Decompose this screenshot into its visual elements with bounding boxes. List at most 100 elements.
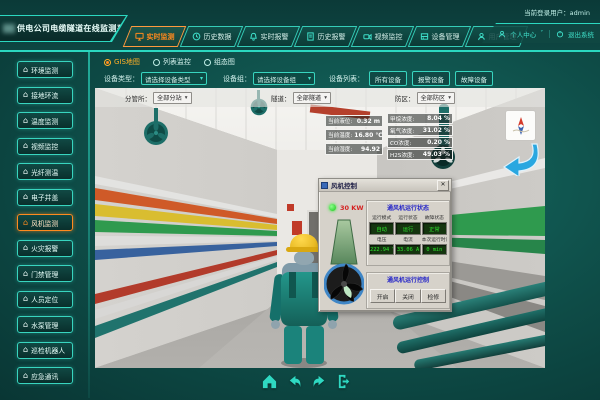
radio-gis-map[interactable]: GIS地图	[104, 57, 140, 67]
document-icon	[306, 32, 315, 41]
device-icon	[420, 32, 429, 41]
fan-control-dialog: 风机控制 ✕ 30 KW 通风机运行状态	[318, 178, 452, 312]
device-group-label: 设备组：	[223, 74, 251, 84]
zone-filter-label: 防区：	[395, 93, 415, 103]
telemetry-liquid-level: 当前液位:0.32 m	[325, 115, 383, 127]
all-devices-button[interactable]: 所有设备	[369, 71, 407, 86]
home-icon: ⌂	[23, 346, 28, 354]
forward-arrow-icon	[311, 373, 328, 390]
fan-illustration	[324, 218, 364, 310]
chevron-down-icon: ▾	[324, 95, 327, 101]
current-display: 33.06 A	[395, 244, 420, 255]
home-icon: ⌂	[23, 295, 28, 303]
back-arrow-icon	[286, 373, 303, 390]
bottom-navigation	[260, 372, 353, 390]
fault-devices-button[interactable]: 故障设备	[455, 71, 493, 86]
telemetry-humidity: 当前湿度:94.92	[325, 143, 383, 155]
telemetry-methane: 甲烷浓度:8.04 %	[387, 113, 453, 124]
fan-status-group: 通风机运行状态 运行模式 运行状态 故障状态 自动 运行 正常 电压 电流 本次…	[366, 200, 450, 266]
home-icon: ⌂	[23, 66, 28, 74]
fault-state-display: 正常	[422, 222, 447, 235]
dialog-title-bar[interactable]: 风机控制 ✕	[319, 179, 451, 192]
home-icon: ⌂	[23, 117, 28, 125]
run-led-indicator	[329, 204, 336, 211]
chevron-down-icon: ˅	[540, 30, 543, 37]
sidebar: ⌂环境监测 ⌂接地环流 ⌂温度监测 ⌂视频监控 ⌂光纤测温 ⌂电子井盖 ⌂风机监…	[0, 50, 90, 400]
sidebar-item-ground-current[interactable]: ⌂接地环流	[17, 87, 73, 104]
tab-history-alarm[interactable]: 历史报警	[298, 26, 353, 47]
fan-stop-button[interactable]: 关闭	[395, 289, 420, 303]
zone-select[interactable]: 全部防区▾	[417, 92, 456, 104]
sidebar-item-fire-alarm[interactable]: ⌂火灾报警	[17, 240, 73, 257]
sidebar-item-manhole[interactable]: ⌂电子井盖	[17, 189, 73, 206]
sidebar-item-video[interactable]: ⌂视频监控	[17, 138, 73, 155]
sidebar-item-temperature[interactable]: ⌂温度监测	[17, 112, 73, 129]
alarm-devices-button[interactable]: 报警设备	[412, 71, 450, 86]
home-icon: ⌂	[23, 91, 28, 99]
home-icon: ⌂	[23, 193, 28, 201]
home-button[interactable]	[260, 372, 278, 390]
page-title: 供电公司电缆隧道在线监测系统	[17, 23, 133, 34]
camera-icon	[363, 32, 372, 41]
sidebar-item-fiber-temp[interactable]: ⌂光纤测温	[17, 163, 73, 180]
device-group-select[interactable]: 请选择设备组▾	[253, 72, 315, 85]
device-type-select[interactable]: 请选择设备类型▾	[141, 72, 207, 85]
runtime-display: 0 min	[422, 244, 447, 255]
chevron-down-icon: ▾	[200, 75, 203, 82]
fan-maintenance-button[interactable]: 检修	[421, 289, 446, 303]
tab-device-manage[interactable]: 设备管理	[412, 26, 467, 47]
app-title-plate: 供电公司电缆隧道在线监测系统	[0, 15, 128, 42]
tab-realtime-alarm[interactable]: 实时报警	[241, 26, 296, 47]
sidebar-item-access-control[interactable]: ⌂门禁管理	[17, 265, 73, 282]
bell-icon	[249, 32, 258, 41]
header-bar: 供电公司电缆隧道在线监测系统 实时监测 历史数据 实时报警	[0, 0, 600, 52]
sidebar-item-pump[interactable]: ⌂水泵管理	[17, 316, 73, 333]
tab-history-data[interactable]: 历史数据	[184, 26, 239, 47]
sidebar-item-environment[interactable]: ⌂环境监测	[17, 61, 73, 78]
device-type-label: 设备类型：	[104, 74, 139, 84]
user-center-menu[interactable]: 个人中心	[510, 29, 536, 39]
tunnel-select[interactable]: 全部隧道▾	[293, 92, 332, 104]
telemetry-h2s: H2S浓度:49.03 %	[387, 149, 453, 160]
home-icon: ⌂	[23, 270, 28, 278]
telemetry-co: CO浓度:0.20 %	[387, 137, 453, 148]
home-icon: ⌂	[23, 219, 28, 227]
tab-video-monitor[interactable]: 视频监控	[355, 26, 410, 47]
red-marker	[287, 204, 294, 211]
device-filter-row: 设备类型： 请选择设备类型▾ 设备组： 请选择设备组▾ 设备列表： 所有设备 报…	[104, 71, 493, 86]
power-icon	[556, 30, 564, 38]
turn-back-arrow-icon[interactable]	[497, 142, 539, 176]
sidebar-item-robot[interactable]: ⌂巡检机器人	[17, 342, 73, 359]
fan-start-button[interactable]: 开启	[370, 289, 395, 303]
voltage-display: 222.94 V	[369, 244, 394, 255]
substation-select[interactable]: 全部分站▾	[153, 92, 192, 104]
chevron-down-icon: ▾	[448, 95, 451, 101]
home-icon: ⌂	[23, 168, 28, 176]
close-icon[interactable]: ✕	[437, 180, 449, 191]
view-mode-radios: GIS地图 列表监控 组态图	[104, 57, 235, 67]
tab-realtime-monitor[interactable]: 实时监测	[127, 26, 182, 47]
exit-button[interactable]	[335, 372, 353, 390]
radio-scada-view[interactable]: 组态图	[204, 57, 235, 67]
main-tabs: 实时监测 历史数据 实时报警 历史报警 视频监控	[127, 26, 524, 47]
run-state-display: 运行	[395, 222, 420, 235]
sidebar-item-personnel[interactable]: ⌂人员定位	[17, 291, 73, 308]
home-icon	[261, 373, 278, 390]
chevron-down-icon: ▾	[308, 75, 311, 82]
fan-control-group: 通风机运行控制 开启 关闭 检修	[366, 272, 450, 309]
forward-button[interactable]	[310, 372, 328, 390]
home-icon: ⌂	[23, 321, 28, 329]
home-icon: ⌂	[23, 244, 28, 252]
sidebar-item-fan[interactable]: ⌂风机监测	[17, 214, 73, 231]
status-group-title: 通风机运行状态	[369, 203, 447, 212]
ceiling-fan	[143, 120, 169, 146]
run-mode-display: 自动	[369, 222, 394, 235]
sidebar-item-emergency-comm[interactable]: ⌂应急通讯	[17, 367, 73, 384]
device-list-label: 设备列表：	[329, 74, 364, 84]
logout-button[interactable]: 退出系统	[568, 29, 594, 39]
radio-list-monitor[interactable]: 列表监控	[153, 57, 191, 67]
dialog-app-icon	[321, 182, 328, 189]
back-button[interactable]	[285, 372, 303, 390]
tunnel-filter-label: 隧道：	[271, 93, 291, 103]
compass-widget[interactable]	[505, 110, 536, 141]
